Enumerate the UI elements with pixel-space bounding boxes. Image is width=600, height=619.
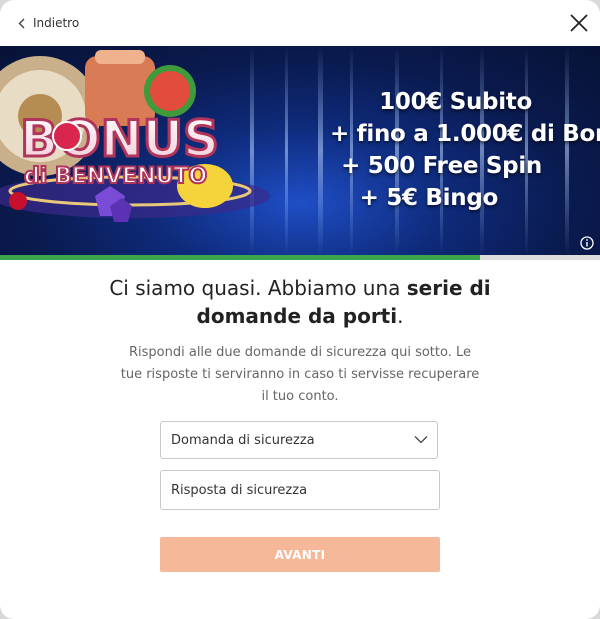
progress-bar [0,255,600,260]
promo-line-3: + 500 Free Spin [341,153,542,179]
title-end-text: . [397,304,404,328]
back-link[interactable]: Indietro [18,13,79,33]
close-icon[interactable] [568,12,590,34]
next-button[interactable]: AVANTI [160,537,440,572]
promo-banner: BONUS di BENVENUTO 100€ Subito + fino a … [0,46,600,255]
banner-logo-sub: di BENVENUTO [24,164,207,189]
promo-line-1: 100€ Subito [379,89,532,115]
info-icon[interactable] [580,236,594,250]
banner-logo-bonus: BONUS [20,110,219,168]
promo-line-2: + fino a 1.000€ di Bonus [330,121,600,147]
promo-text: 100€ Subito + fino a 1.000€ di Bonus + 5… [330,86,600,214]
back-label: Indietro [33,16,80,30]
page-description: Rispondi alle due domande di sicurezza q… [120,345,480,404]
registration-modal: Indietro BONUS di BENVENUTO 100€ Subito … [0,0,600,619]
progress-fill [0,255,480,260]
promo-line-4: + 5€ Bingo [359,185,499,211]
modal-header: Indietro [0,0,600,46]
security-question-select[interactable]: Domanda di sicurezza [160,421,438,459]
title-text: Ci siamo quasi. Abbiamo una [109,276,407,300]
page-title: Ci siamo quasi. Abbiamo una serie di dom… [100,274,500,330]
chevron-down-icon [414,436,428,444]
chevron-left-icon [18,18,25,28]
security-answer-input[interactable] [160,470,440,510]
security-question-value: Domanda di sicurezza [171,433,315,448]
